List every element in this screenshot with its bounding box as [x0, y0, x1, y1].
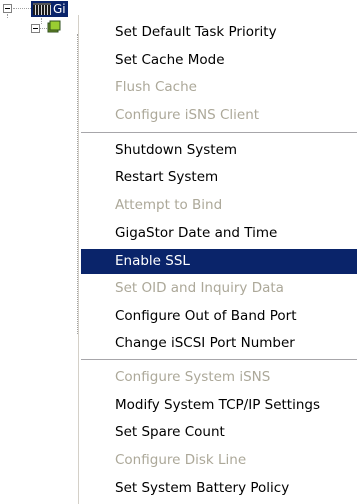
controller-icon[interactable] — [47, 20, 63, 34]
menu-item-flush-cache[interactable]: Flush Cache — [81, 75, 357, 100]
menu-item-configure-isns-client[interactable]: Configure iSNS Client — [81, 103, 357, 128]
menu-item-set-oid-and-inquiry-data[interactable]: Set OID and Inquiry Data — [81, 276, 357, 301]
tree-connector — [13, 8, 31, 9]
menu-item-attempt-to-bind[interactable]: Attempt to Bind — [81, 193, 357, 218]
storage-array-icon — [33, 3, 51, 15]
menu-item-set-default-task-priority[interactable]: Set Default Task Priority — [81, 20, 357, 45]
menu-item-configure-out-of-band-port[interactable]: Configure Out of Band Port — [81, 304, 357, 329]
menu-item-shutdown-system[interactable]: Shutdown System — [81, 138, 357, 163]
menu-item-enable-ssl[interactable]: Enable SSL — [81, 249, 357, 274]
menu-item-configure-system-isns[interactable]: Configure System iSNS — [81, 365, 357, 390]
collapse-toggle-root[interactable] — [3, 4, 12, 13]
menu-separator — [81, 359, 357, 361]
menu-item-set-system-battery-policy[interactable]: Set System Battery Policy — [81, 476, 357, 501]
menu-item-set-spare-count[interactable]: Set Spare Count — [81, 420, 357, 445]
menu-item-change-iscsi-port-number[interactable]: Change iSCSI Port Number — [81, 331, 357, 356]
context-menu: Set Default Task Priority Set Cache Mode… — [78, 15, 357, 504]
tree-node-root-label: Gi — [53, 2, 66, 16]
menu-separator — [81, 132, 357, 134]
menu-item-modify-system-tcpip-settings[interactable]: Modify System TCP/IP Settings — [81, 393, 357, 418]
menu-item-set-cache-mode[interactable]: Set Cache Mode — [81, 48, 357, 73]
tree-connector — [41, 18, 42, 24]
menu-item-configure-disk-line[interactable]: Configure Disk Line — [81, 448, 357, 473]
collapse-toggle-child[interactable] — [31, 24, 40, 33]
tree-node-root[interactable]: Gi — [31, 1, 68, 17]
tree-connector — [7, 14, 8, 18]
menu-item-restart-system[interactable]: Restart System — [81, 165, 357, 190]
menu-item-gigastor-date-and-time[interactable]: GigaStor Date and Time — [81, 221, 357, 246]
tree-connector — [40, 28, 47, 29]
